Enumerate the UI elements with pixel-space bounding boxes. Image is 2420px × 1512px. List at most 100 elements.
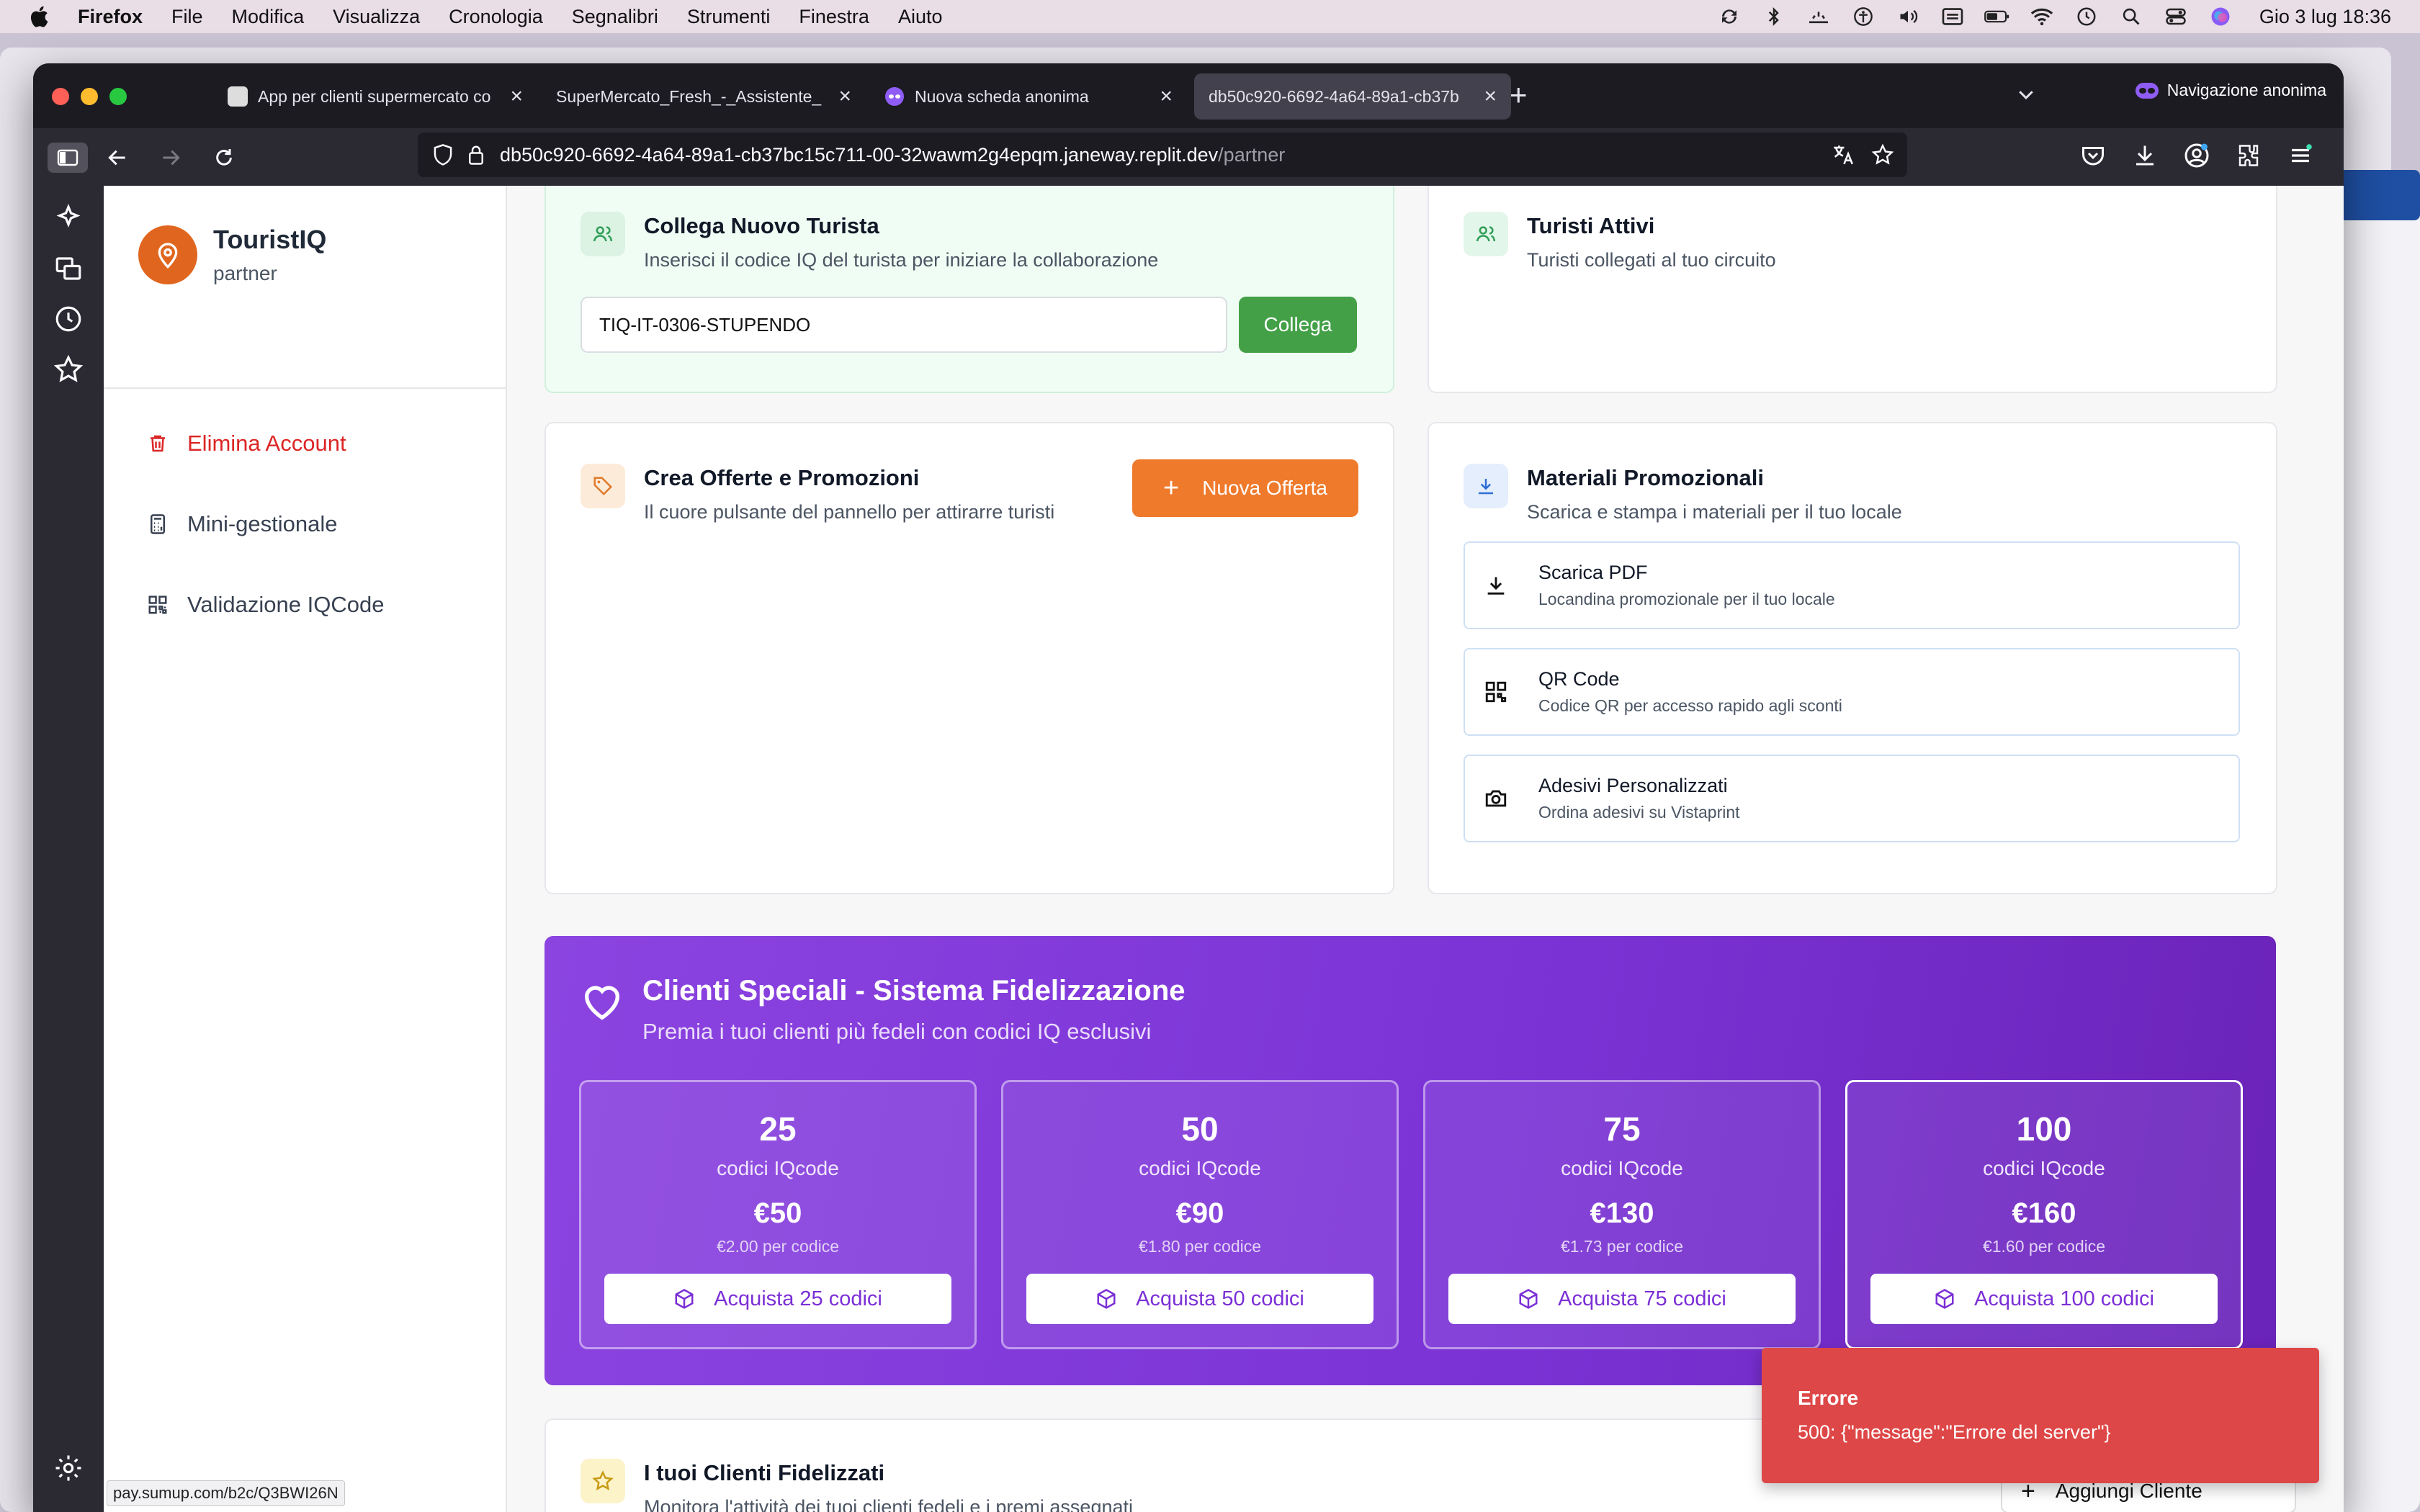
close-tab-icon[interactable]: × [1160, 84, 1173, 109]
package-label: codici IQcode [1139, 1157, 1261, 1179]
url-bar[interactable]: db50c920-6692-4a64-89a1-cb37bc15c711-00-… [418, 132, 1907, 177]
error-toast[interactable]: Errore 500: {"message":"Errore del serve… [1762, 1348, 2319, 1483]
spotlight-search-icon[interactable] [2118, 6, 2144, 27]
tab-nuova-scheda-anonima[interactable]: Nuova scheda anonima × [870, 73, 1187, 120]
translate-icon[interactable] [1831, 143, 1855, 167]
camera-icon [1485, 790, 1507, 807]
materials-card: Materiali Promozionali Scarica e stampa … [1428, 422, 2277, 894]
menu-file[interactable]: File [171, 6, 203, 28]
collega-button[interactable]: Collega [1239, 297, 1357, 353]
menu-visualizza[interactable]: Visualizza [333, 6, 420, 28]
calculator-icon [151, 514, 165, 534]
offers-title: Crea Offerte e Promozioni [644, 465, 920, 490]
pocket-icon[interactable] [2080, 143, 2106, 168]
new-tab-plus-icon[interactable]: + [1510, 78, 1528, 112]
scarica-pdf-button[interactable]: Scarica PDF Locandina promozionale per il… [1464, 541, 2240, 629]
menubar-clock[interactable]: Gio 3 lug 18:36 [2259, 6, 2391, 28]
sidebar-item-label: Elimina Account [187, 431, 346, 456]
downloads-icon[interactable] [2132, 143, 2158, 168]
package-box-icon [675, 1289, 694, 1309]
active-title: Turisti Attivi [1527, 213, 1655, 238]
accessibility-icon[interactable] [1850, 6, 1876, 27]
back-arrow-icon[interactable] [102, 143, 133, 173]
acquista-100-button[interactable]: Acquista 100 codici [1870, 1274, 2218, 1324]
apple-icon[interactable] [27, 4, 53, 30]
background-blue-tab [2339, 170, 2420, 220]
nuova-offerta-button[interactable]: + Nuova Offerta [1132, 459, 1358, 517]
package-card-50: 50 codici IQcode €90 €1.80 per codice Ac… [1001, 1080, 1399, 1349]
iq-code-input[interactable]: TIQ-IT-0306-STUPENDO [581, 297, 1227, 353]
close-tab-icon[interactable]: × [510, 84, 523, 109]
ai-chatbot-icon[interactable] [53, 203, 84, 233]
offers-subtitle: Il cuore pulsante del pannello per attir… [644, 501, 1055, 523]
wifi-icon[interactable] [2029, 6, 2055, 27]
connect-title: Collega Nuovo Turista [644, 213, 879, 238]
adesivi-button[interactable]: Adesivi Personalizzati Ordina adesivi su … [1464, 755, 2240, 842]
package-price: €50 [753, 1197, 802, 1229]
extensions-icon[interactable] [2236, 143, 2262, 168]
trash-icon [151, 435, 165, 452]
close-tab-icon[interactable]: × [1484, 84, 1497, 109]
menu-modifica[interactable]: Modifica [232, 6, 305, 28]
sidebar-toggle-icon[interactable] [48, 143, 88, 173]
synced-tabs-icon[interactable] [53, 253, 84, 284]
lock-icon[interactable] [467, 144, 485, 166]
sidebar-item-validazione-iqcode[interactable]: Validazione IQCode [147, 592, 384, 618]
acquista-25-button[interactable]: Acquista 25 codici [604, 1274, 951, 1324]
weather-icon[interactable] [1806, 6, 1832, 27]
history-icon[interactable] [53, 304, 84, 334]
sync-icon[interactable] [1716, 6, 1742, 27]
tab-supermercato-fresh[interactable]: SuperMercato_Fresh_-_Assistente_ × [542, 73, 866, 120]
close-tab-icon[interactable]: × [838, 84, 851, 109]
acquista-75-button[interactable]: Acquista 75 codici [1448, 1274, 1796, 1324]
list-all-tabs-chevron-icon[interactable] [2015, 84, 2037, 105]
menu-firefox[interactable]: Firefox [78, 6, 143, 28]
battery-icon[interactable] [1984, 6, 2010, 27]
package-unit-price: €2.00 per codice [716, 1237, 840, 1256]
sidebar-item-label: Validazione IQCode [187, 592, 385, 617]
tracking-shield-icon[interactable] [432, 143, 454, 166]
bookmark-star-icon[interactable] [1871, 143, 1894, 166]
minimize-window-button[interactable] [81, 88, 98, 105]
qr-code-icon [1485, 681, 1507, 703]
account-icon[interactable] [2184, 143, 2210, 168]
active-subtitle: Turisti collegati al tuo circuito [1527, 249, 1776, 271]
download-icon [1464, 464, 1508, 508]
package-price: €90 [1175, 1197, 1224, 1229]
main-content: Collega Nuovo Turista Inserisci il codic… [507, 186, 2344, 1512]
control-center-icon[interactable] [2163, 6, 2189, 27]
connect-tourist-card: Collega Nuovo Turista Inserisci il codic… [544, 186, 1394, 393]
private-browsing-indicator: Navigazione anonima [2135, 81, 2326, 100]
forward-arrow-icon[interactable] [156, 143, 186, 173]
menu-aiuto[interactable]: Aiuto [898, 6, 943, 28]
package-box-icon [1097, 1289, 1116, 1309]
tag-icon [581, 464, 625, 508]
tab-replit-partner[interactable]: db50c920-6692-4a64-89a1-cb37b × [1194, 73, 1511, 120]
sidebar-item-mini-gestionale[interactable]: Mini-gestionale [147, 511, 338, 537]
package-box-icon [1519, 1289, 1538, 1309]
sidebar-settings-gear-icon[interactable] [53, 1453, 84, 1483]
tab-supermercato-app[interactable]: App per clienti supermercato co × [213, 73, 537, 120]
bookmarks-star-icon[interactable] [53, 354, 84, 384]
menu-finestra[interactable]: Finestra [799, 6, 869, 28]
menu-strumenti[interactable]: Strumenti [687, 6, 771, 28]
close-window-button[interactable] [52, 88, 69, 105]
qr-code-button[interactable]: QR Code Codice QR per accesso rapido agli… [1464, 648, 2240, 736]
volume-icon[interactable] [1895, 6, 1921, 27]
toast-message: 500: {"message":"Errore del server"} [1798, 1421, 2111, 1443]
sidebar-item-elimina-account[interactable]: Elimina Account [147, 431, 346, 456]
reload-icon[interactable] [209, 143, 239, 173]
acquista-50-button[interactable]: Acquista 50 codici [1026, 1274, 1373, 1324]
package-price: €130 [1590, 1197, 1654, 1229]
menu-segnalibri[interactable]: Segnalibri [572, 6, 658, 28]
zoom-window-button[interactable] [109, 88, 127, 105]
display-icon[interactable] [1940, 6, 1966, 27]
siri-icon[interactable] [2208, 6, 2233, 27]
bluetooth-icon[interactable] [1761, 6, 1787, 27]
app-menu-icon[interactable] [2287, 143, 2313, 168]
time-machine-icon[interactable] [2074, 6, 2099, 27]
menu-cronologia[interactable]: Cronologia [449, 6, 543, 28]
loyalty-section: Clienti Speciali - Sistema Fidelizzazion… [544, 936, 2276, 1385]
package-unit-price: €1.80 per codice [1138, 1237, 1262, 1256]
offers-card: Crea Offerte e Promozioni Il cuore pulsa… [544, 422, 1394, 894]
